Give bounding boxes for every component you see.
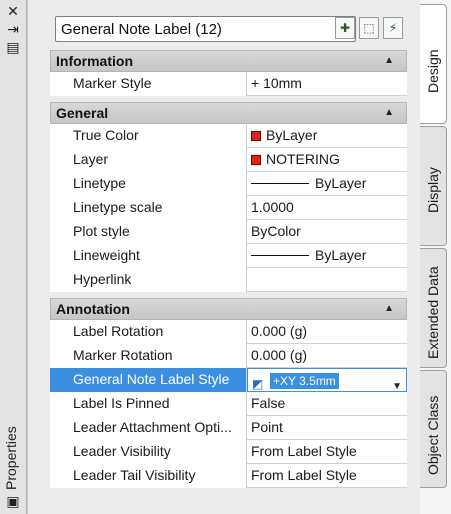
section-title: Annotation — [56, 301, 130, 317]
property-key: Leader Visibility — [50, 440, 247, 464]
collapse-icon[interactable]: ▲ — [384, 107, 394, 118]
property-row-hyperlink[interactable]: Hyperlink — [50, 268, 407, 292]
property-row-leader-tail-visibility[interactable]: Leader Tail Visibility From Label Style — [50, 464, 407, 488]
value-text: ByLayer — [266, 127, 318, 143]
property-value[interactable]: From Label Style — [247, 440, 407, 464]
property-row-plot-style[interactable]: Plot style ByColor — [50, 220, 407, 244]
tab-design[interactable]: Design — [420, 4, 447, 124]
section-general: General ▲ True Color ByLayer Layer NOTER… — [50, 102, 407, 292]
property-key: Marker Style — [50, 72, 247, 96]
object-type-dropdown[interactable]: General Note Label (12) ▼ — [55, 16, 356, 42]
property-key: Label Is Pinned — [50, 392, 247, 416]
property-key: Linetype scale — [50, 196, 247, 220]
label-style-icon: ◩ — [252, 377, 264, 392]
property-value[interactable]: ByLayer — [247, 244, 407, 268]
value-text: ByLayer — [315, 247, 367, 263]
property-row-lineweight[interactable]: Lineweight ByLayer — [50, 244, 407, 268]
toggle-pickadd-icon[interactable]: ✚ — [335, 17, 355, 39]
property-row[interactable]: Marker Style + 10mm — [50, 72, 407, 96]
section-header-annotation[interactable]: Annotation ▲ — [50, 298, 407, 320]
property-row-label-rotation[interactable]: Label Rotation 0.000 (g) — [50, 320, 407, 344]
property-key: Layer — [50, 148, 247, 172]
property-value[interactable]: ByColor — [247, 220, 407, 244]
section-header-information[interactable]: Information ▲ — [50, 50, 407, 72]
property-key: Lineweight — [50, 244, 247, 268]
palette-menu-icon[interactable]: ▣ — [5, 494, 21, 510]
property-row-leader-visibility[interactable]: Leader Visibility From Label Style — [50, 440, 407, 464]
property-tabs: Design Display Extended Data Object Clas… — [420, 0, 451, 514]
collapse-icon[interactable]: ▲ — [384, 55, 394, 66]
property-value[interactable]: 0.000 (g) — [247, 320, 407, 344]
tab-display[interactable]: Display — [420, 126, 447, 246]
property-key: Hyperlink — [50, 268, 247, 292]
select-objects-icon[interactable]: ⬚ — [359, 17, 379, 39]
palette-side-strip: ✕ ⇥ ▤ Properties ▣ — [0, 0, 27, 514]
tab-extended-data[interactable]: Extended Data — [420, 248, 447, 368]
lineweight-sample-icon — [251, 255, 309, 256]
close-icon[interactable]: ✕ — [5, 4, 21, 20]
value-text: NOTERING — [266, 151, 340, 167]
label-style-dropdown[interactable]: ◩ +XY 3.5mm ▼ — [247, 368, 407, 392]
chevron-down-icon[interactable]: ▼ — [392, 375, 402, 391]
tab-object-class[interactable]: Object Class — [420, 370, 447, 488]
property-value[interactable]: NOTERING — [247, 148, 407, 172]
property-value[interactable]: ByLayer — [247, 172, 407, 196]
property-key: Label Rotation — [50, 320, 247, 344]
property-row-label-style[interactable]: General Note Label Style ◩ +XY 3.5mm ▼ — [50, 368, 407, 392]
property-value[interactable]: 0.000 (g) — [247, 344, 407, 368]
property-key: General Note Label Style — [50, 368, 247, 392]
object-type-value: General Note Label (12) — [61, 21, 222, 38]
section-title: Information — [56, 53, 133, 69]
property-row-layer[interactable]: Layer NOTERING — [50, 148, 407, 172]
property-value[interactable]: ByLayer — [247, 124, 407, 148]
properties-panel: General Note Label (12) ▼ ✚ ⬚ ⚡ Informat… — [27, 0, 420, 514]
property-key: True Color — [50, 124, 247, 148]
property-row-true-color[interactable]: True Color ByLayer — [50, 124, 407, 148]
color-swatch-icon — [251, 131, 261, 141]
property-key: Plot style — [50, 220, 247, 244]
quick-select-icon[interactable]: ⚡ — [383, 17, 403, 39]
section-header-general[interactable]: General ▲ — [50, 102, 407, 124]
property-row-marker-rotation[interactable]: Marker Rotation 0.000 (g) — [50, 344, 407, 368]
property-value[interactable]: From Label Style — [247, 464, 407, 488]
color-swatch-icon — [251, 155, 261, 165]
linetype-sample-icon — [251, 183, 309, 184]
property-key: Linetype — [50, 172, 247, 196]
section-annotation: Annotation ▲ Label Rotation 0.000 (g) Ma… — [50, 298, 407, 488]
property-row-linetype-scale[interactable]: Linetype scale 1.0000 — [50, 196, 407, 220]
property-key: Leader Tail Visibility — [50, 464, 247, 488]
property-row-label-pinned[interactable]: Label Is Pinned False — [50, 392, 407, 416]
value-text: ByLayer — [315, 175, 367, 191]
property-row-leader-attachment[interactable]: Leader Attachment Opti... Point — [50, 416, 407, 440]
section-title: General — [56, 105, 109, 121]
property-row-linetype[interactable]: Linetype ByLayer — [50, 172, 407, 196]
section-information: Information ▲ Marker Style + 10mm — [50, 50, 407, 96]
tab-label: Design — [425, 49, 441, 93]
tab-label: Extended Data — [425, 266, 441, 359]
property-key: Leader Attachment Opti... — [50, 416, 247, 440]
auto-hide-icon[interactable]: ⇥ — [5, 22, 21, 38]
property-value[interactable]: Point — [247, 416, 407, 440]
collapse-icon[interactable]: ▲ — [384, 303, 394, 314]
property-value[interactable]: False — [247, 392, 407, 416]
property-value[interactable] — [247, 268, 407, 292]
property-value[interactable]: + 10mm — [247, 72, 407, 96]
tab-label: Display — [425, 167, 441, 213]
palette-title: Properties — [3, 426, 19, 490]
value-text: +XY 3.5mm — [270, 373, 339, 390]
property-key: Marker Rotation — [50, 344, 247, 368]
property-value[interactable]: 1.0000 — [247, 196, 407, 220]
palette-properties-icon[interactable]: ▤ — [5, 40, 21, 56]
tab-label: Object Class — [425, 395, 441, 475]
